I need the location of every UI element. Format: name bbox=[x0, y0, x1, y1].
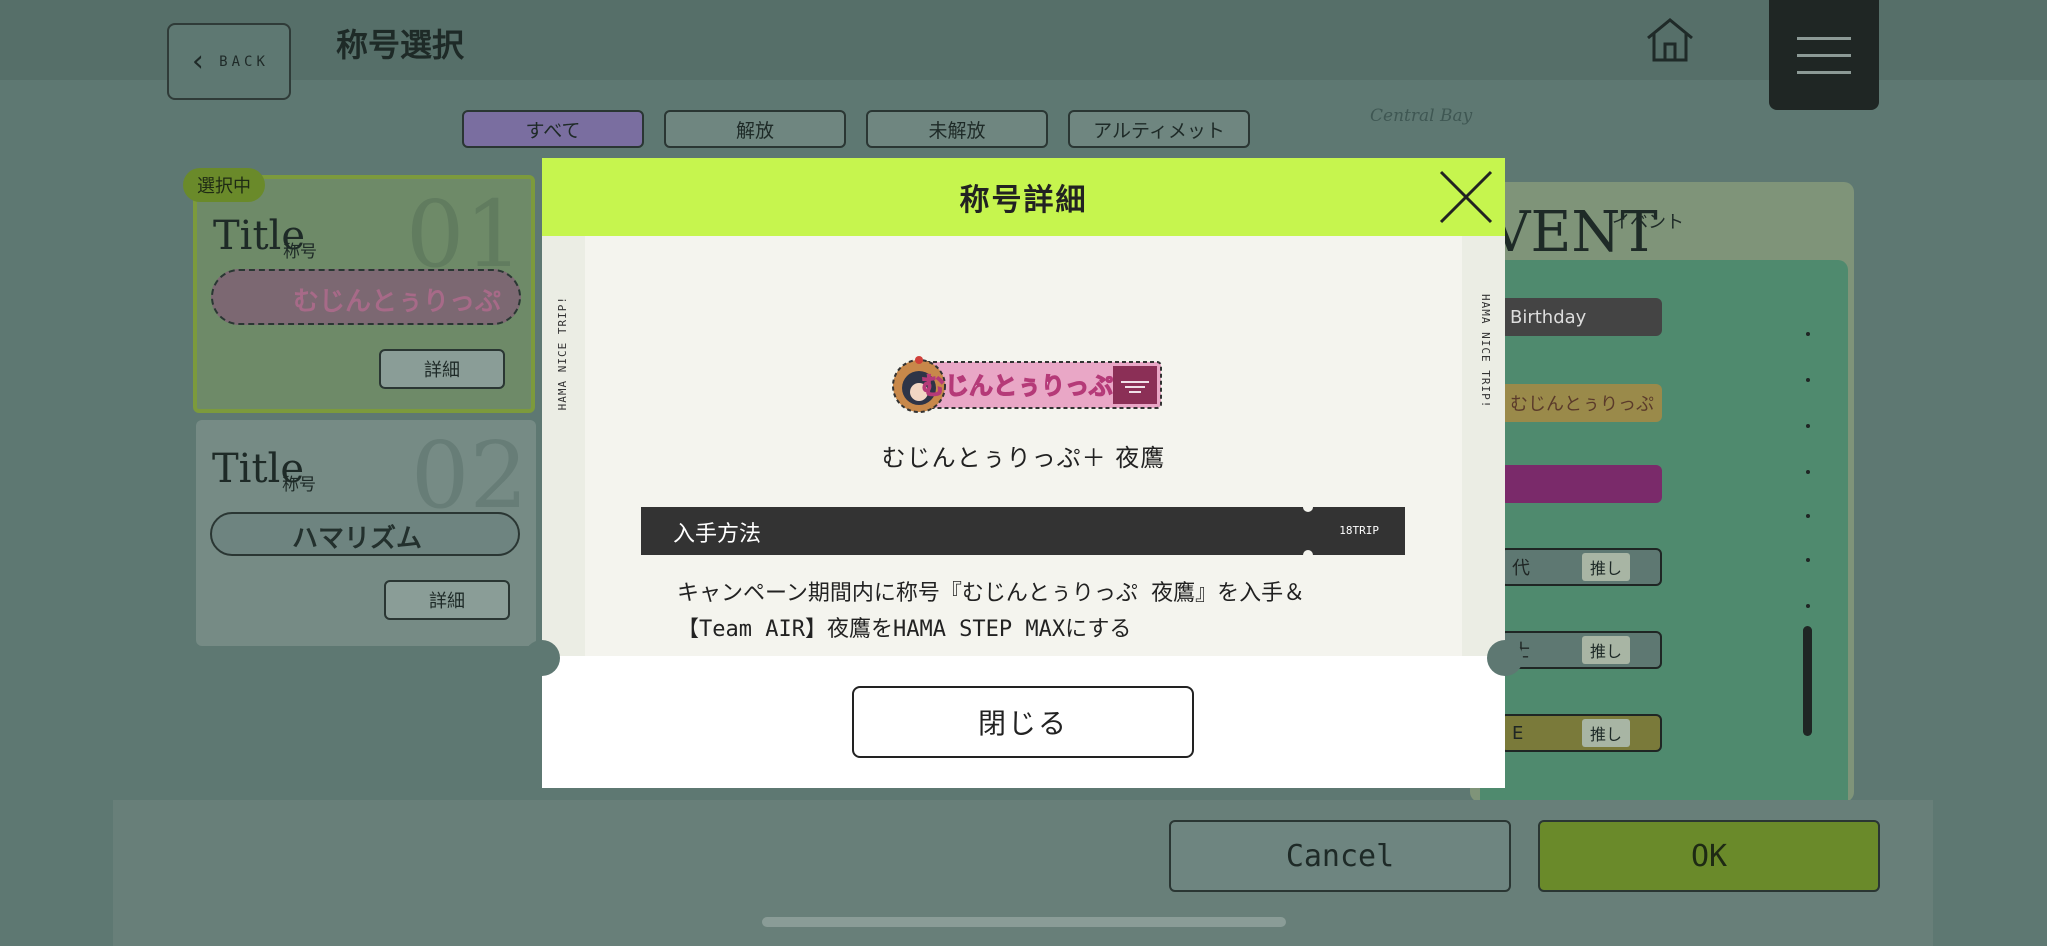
card-title-sub: 称号 bbox=[282, 475, 316, 495]
event-sub: イベント bbox=[1612, 212, 1684, 233]
filter-tab-all[interactable]: すべて bbox=[462, 110, 644, 148]
scroll-dot bbox=[1806, 332, 1810, 336]
top-bar bbox=[0, 0, 2047, 80]
title-detail-modal: 称号詳細 HAMA NICE TRIP! HAMA NICE TRIP! むじん… bbox=[524, 158, 1523, 788]
event-row[interactable] bbox=[1500, 465, 1662, 503]
ticket-notch bbox=[1303, 550, 1313, 560]
event-row[interactable]: むじんとぅりっぷ bbox=[1500, 384, 1662, 422]
modal-header: 称号詳細 bbox=[542, 158, 1505, 236]
card-title-sub: 称号 bbox=[283, 242, 317, 262]
event-row[interactable]: Birthday bbox=[1500, 298, 1662, 336]
ticket-notch bbox=[1303, 502, 1313, 512]
page-title: 称号選択 bbox=[336, 26, 465, 64]
ok-button[interactable]: OK bbox=[1538, 820, 1880, 892]
scroll-dot bbox=[1806, 514, 1810, 518]
scrollbar-thumb[interactable] bbox=[1803, 626, 1812, 736]
event-row-text: E bbox=[1512, 722, 1524, 744]
menu-line-icon bbox=[1797, 36, 1851, 40]
back-button[interactable]: ‹ BACK bbox=[167, 23, 291, 100]
scroll-dot bbox=[1806, 558, 1810, 562]
acquisition-header: 入手方法 18TRIP bbox=[641, 502, 1405, 560]
hamburger-menu-button[interactable] bbox=[1769, 0, 1879, 110]
filter-tabs: すべて 解放 未解放 アルティメット bbox=[462, 110, 1250, 148]
side-text: HAMA NICE TRIP! bbox=[1479, 294, 1492, 409]
title-card[interactable]: 01 Title 称号 むじんとぅりっぷ 詳細 bbox=[193, 175, 535, 413]
scroll-dot bbox=[1806, 424, 1810, 428]
acquisition-label: 入手方法 bbox=[673, 522, 762, 547]
menu-line-icon bbox=[1797, 70, 1851, 74]
detail-button[interactable]: 詳細 bbox=[379, 349, 505, 389]
chevron-left-icon: ‹ bbox=[189, 43, 212, 79]
ticket-notch bbox=[524, 640, 560, 676]
side-text: HAMA NICE TRIP! bbox=[556, 296, 569, 411]
title-plate: むじんとぅりっぷ bbox=[211, 269, 521, 325]
home-icon[interactable] bbox=[1644, 16, 1696, 64]
title-plate-image: むじんとぅりっぷ bbox=[892, 356, 1162, 413]
acquisition-tag: 18TRIP bbox=[1339, 524, 1379, 537]
filter-tab-ultimate[interactable]: アルティメット bbox=[1068, 110, 1250, 148]
map-label: Central Bay bbox=[1370, 106, 1473, 126]
menu-line-icon bbox=[1797, 53, 1851, 57]
event-row-text: 代 bbox=[1512, 558, 1530, 579]
acquisition-line: キャンペーン期間内に称号『むじんとぅりっぷ 夜鷹』を入手＆ bbox=[677, 581, 1306, 606]
ticket-notch bbox=[1487, 640, 1523, 676]
modal-body: HAMA NICE TRIP! HAMA NICE TRIP! むじんとぅりっぷ… bbox=[542, 236, 1505, 656]
title-name: むじんとぅりっぷ＋ 夜鷹 bbox=[881, 444, 1166, 472]
event-row[interactable]: 士 推し bbox=[1500, 631, 1662, 669]
close-button[interactable]: 閉じる bbox=[852, 686, 1194, 758]
home-indicator[interactable] bbox=[762, 917, 1286, 927]
acquisition-description: キャンペーン期間内に称号『むじんとぅりっぷ 夜鷹』を入手＆ 【Team AIR】… bbox=[677, 576, 1397, 648]
acquisition-line: 【Team AIR】夜鷹をHAMA STEP MAXにする bbox=[677, 617, 1132, 642]
plate-text: むじんとぅりっぷ bbox=[293, 287, 502, 317]
selected-badge: 選択中 bbox=[183, 168, 265, 202]
title-plate: ハマリズム bbox=[210, 512, 520, 556]
close-icon[interactable] bbox=[1437, 168, 1495, 226]
plate-text: ハマリズム bbox=[292, 524, 423, 554]
scroll-dot bbox=[1806, 378, 1810, 382]
oshi-tag: 推し bbox=[1581, 636, 1630, 664]
scroll-dot bbox=[1806, 470, 1810, 474]
event-row[interactable]: E 推し bbox=[1500, 714, 1662, 752]
filter-tab-unlocked[interactable]: 解放 bbox=[664, 110, 846, 148]
oshi-tag: 推し bbox=[1581, 553, 1630, 581]
scroll-dot bbox=[1806, 604, 1810, 608]
filter-tab-locked[interactable]: 未解放 bbox=[866, 110, 1048, 148]
back-label: BACK bbox=[219, 53, 269, 70]
cancel-button[interactable]: Cancel bbox=[1169, 820, 1511, 892]
event-row-text: むじんとぅりっぷ bbox=[1510, 394, 1654, 415]
title-card[interactable]: 02 Title 称号 ハマリズム 詳細 bbox=[196, 420, 536, 646]
event-row[interactable]: 代 推し bbox=[1500, 548, 1662, 586]
plate-text: むじんとぅりっぷ bbox=[921, 372, 1113, 400]
event-row-text: Birthday bbox=[1510, 306, 1587, 328]
oshi-tag: 推し bbox=[1581, 719, 1630, 747]
detail-button[interactable]: 詳細 bbox=[384, 580, 510, 620]
modal-title: 称号詳細 bbox=[959, 183, 1088, 218]
